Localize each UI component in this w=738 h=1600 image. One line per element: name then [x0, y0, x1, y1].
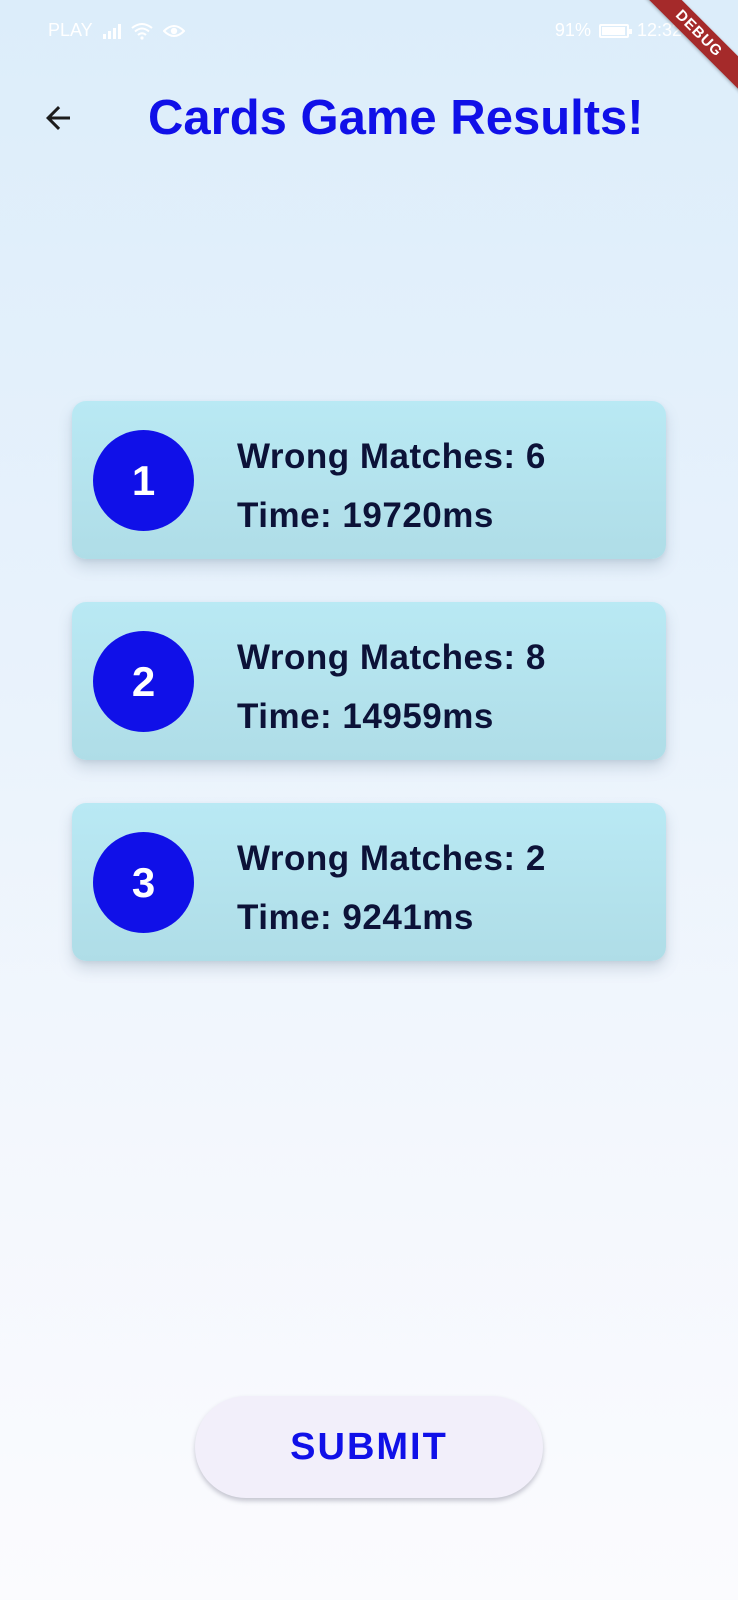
wrong-matches-text: Wrong Matches: 6: [237, 437, 546, 476]
wifi-icon: [131, 22, 153, 40]
wrong-matches-text: Wrong Matches: 8: [237, 638, 546, 677]
battery-percent: 91%: [554, 20, 591, 40]
back-button[interactable]: [30, 90, 86, 146]
result-details: Wrong Matches: 2 Time: 9241ms: [237, 829, 546, 947]
eye-icon: [162, 24, 185, 37]
page-title: Cards Game Results!: [148, 91, 644, 145]
status-bar: PLAY 91% 12:32: [0, 0, 738, 62]
result-card: 3 Wrong Matches: 2 Time: 9241ms: [72, 803, 666, 961]
result-details: Wrong Matches: 8 Time: 14959ms: [237, 628, 546, 746]
battery-icon: [598, 23, 632, 38]
result-card: 1 Wrong Matches: 6 Time: 19720ms: [72, 401, 666, 559]
submit-button[interactable]: SUBMIT: [195, 1396, 543, 1498]
result-details: Wrong Matches: 6 Time: 19720ms: [237, 427, 546, 545]
rank-badge: 2: [93, 631, 194, 732]
result-card: 2 Wrong Matches: 8 Time: 14959ms: [72, 602, 666, 760]
signal-icon: [102, 23, 121, 39]
status-left: PLAY: [48, 20, 185, 41]
arrow-back-icon: [46, 106, 70, 130]
rank-badge: 3: [93, 832, 194, 933]
wrong-matches-text: Wrong Matches: 2: [237, 839, 546, 878]
app-bar: Cards Game Results!: [0, 62, 738, 178]
rank-badge: 1: [93, 430, 194, 531]
time-text: Time: 9241ms: [237, 898, 474, 937]
time-text: Time: 19720ms: [237, 496, 494, 535]
carrier-label: PLAY: [48, 20, 93, 40]
status-right: 91% 12:32: [555, 20, 682, 41]
results-list: 1 Wrong Matches: 6 Time: 19720ms 2 Wrong…: [72, 401, 666, 1004]
time-text: Time: 14959ms: [237, 697, 494, 736]
